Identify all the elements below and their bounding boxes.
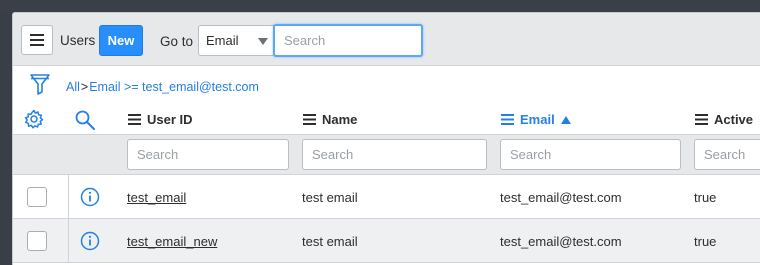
column-label: Active: [714, 112, 754, 127]
funnel-filter-icon[interactable]: [29, 72, 51, 96]
column-label: Email: [520, 112, 555, 127]
list-toolbar: Users New Go to Email: [13, 13, 760, 66]
column-header-row: User ID Name Email Active: [13, 105, 760, 135]
goto-field-select[interactable]: Email: [198, 25, 274, 56]
email-search-input[interactable]: [500, 139, 681, 170]
breadcrumb: All>Email >= test_email@test.com: [66, 80, 259, 94]
active-cell: true: [694, 190, 717, 205]
column-header-active[interactable]: Active: [695, 112, 753, 127]
email-cell: test_email@test.com: [500, 234, 622, 249]
column-label: User ID: [147, 112, 193, 127]
email-cell: test_email@test.com: [500, 190, 622, 205]
breadcrumb-condition-link[interactable]: Email >= test_email@test.com: [89, 80, 259, 94]
magnifier-icon[interactable]: [74, 109, 96, 131]
list-search-input[interactable]: [273, 24, 423, 57]
filter-breadcrumb-row: All>Email >= test_email@test.com: [13, 67, 760, 105]
user-id-search-input[interactable]: [127, 139, 289, 170]
goto-field-value: Email: [206, 33, 239, 48]
row-select-checkbox[interactable]: [27, 231, 47, 251]
column-menu-icon[interactable]: [303, 114, 316, 125]
row-divider: [68, 219, 69, 263]
column-menu-icon[interactable]: [128, 114, 141, 125]
column-search-row: [13, 135, 760, 175]
column-label: Name: [322, 112, 358, 127]
name-cell: test email: [302, 234, 358, 249]
active-cell: true: [694, 234, 717, 249]
name-cell: test email: [302, 190, 358, 205]
caret-down-icon: [258, 38, 268, 45]
sort-up-icon: [560, 115, 571, 124]
window-top-strip: [0, 0, 760, 12]
user-id-link[interactable]: test_email_new: [127, 234, 217, 249]
row-select-checkbox[interactable]: [27, 187, 47, 207]
list-context-menu-button[interactable]: [21, 25, 53, 55]
new-button[interactable]: New: [99, 25, 143, 56]
active-search-input[interactable]: [694, 139, 760, 170]
hamburger-menu-icon: [30, 34, 44, 46]
table-row: test_email test email test_email@test.co…: [13, 175, 760, 219]
info-icon[interactable]: [80, 231, 100, 251]
list-title: Users: [60, 33, 96, 48]
info-icon[interactable]: [80, 187, 100, 207]
column-header-name[interactable]: Name: [303, 112, 357, 127]
column-menu-icon[interactable]: [501, 114, 514, 125]
user-id-link[interactable]: test_email: [127, 190, 186, 205]
list-panel: Users New Go to Email All>Email >= test_…: [12, 12, 760, 265]
column-header-email[interactable]: Email: [501, 112, 571, 127]
gear-icon[interactable]: [24, 109, 44, 129]
column-header-user-id[interactable]: User ID: [128, 112, 193, 127]
table-row: test_email_new test email test_email@tes…: [13, 219, 760, 263]
goto-label: Go to: [160, 34, 194, 49]
breadcrumb-all-link[interactable]: All: [66, 80, 80, 94]
column-menu-icon[interactable]: [695, 114, 708, 125]
name-search-input[interactable]: [302, 139, 487, 170]
row-divider: [68, 175, 69, 219]
breadcrumb-separator: >: [80, 80, 89, 94]
